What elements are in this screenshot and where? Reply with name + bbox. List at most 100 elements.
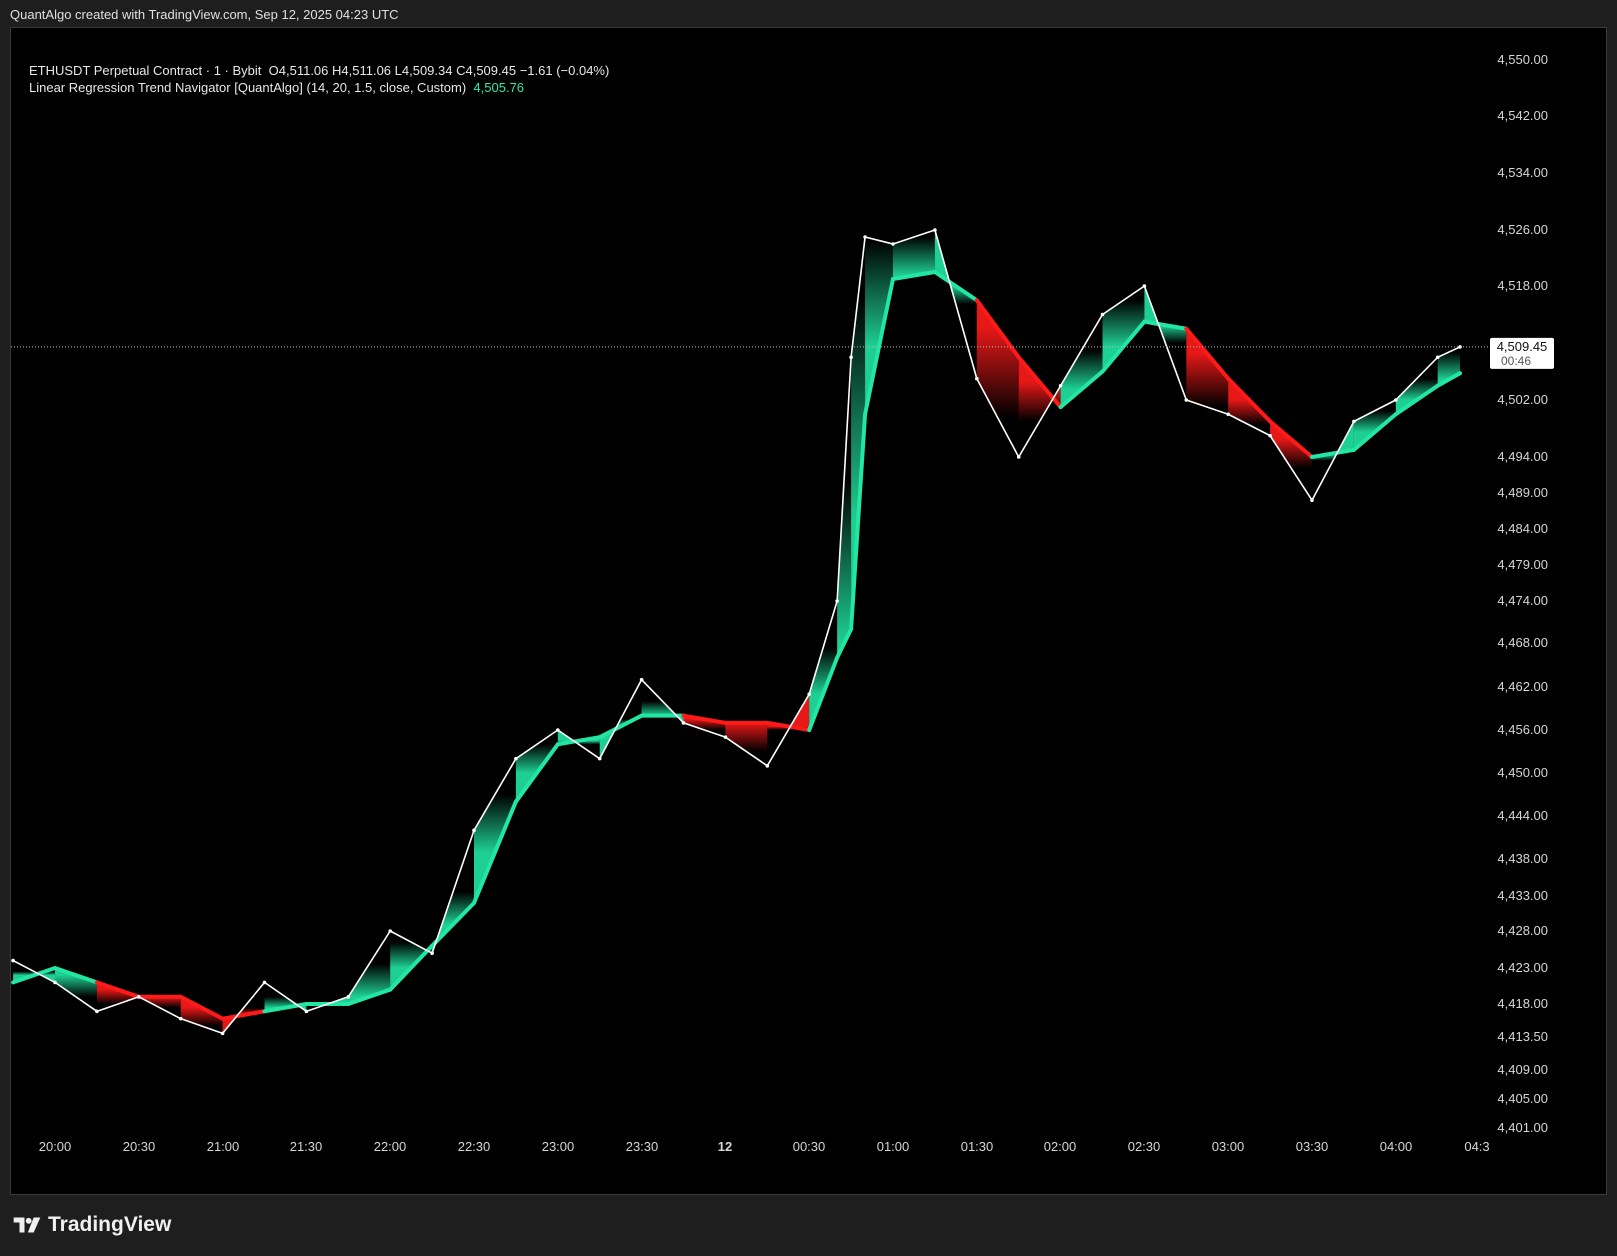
price-tick-label: 4,428.00 [1497, 923, 1548, 938]
symbol-title[interactable]: ETHUSDT Perpetual Contract · 1 · Bybit [29, 63, 261, 78]
price-tag-value: 4,509.45 [1497, 339, 1548, 354]
trend-fill-band [1060, 314, 1103, 408]
price-tick-label: 4,518.00 [1497, 278, 1548, 293]
price-point [178, 1016, 183, 1021]
chart-credit: QuantAlgo created with TradingView.com, … [10, 7, 399, 22]
price-point [807, 692, 811, 696]
price-tick-label: 4,484.00 [1497, 521, 1548, 536]
time-tick-label: 22:30 [458, 1139, 491, 1154]
price-tick-label: 4,413.50 [1497, 1029, 1548, 1044]
trend-fill-band [1018, 357, 1061, 457]
tradingview-logo-icon [13, 1217, 41, 1233]
indicator-value: 4,505.76 [473, 80, 525, 95]
trend-fill-band [474, 758, 516, 903]
symbol-legend[interactable]: ETHUSDT Perpetual Contract · 1 · Bybit O… [29, 63, 609, 78]
time-tick-label: 02:00 [1044, 1139, 1077, 1154]
last-price-tag: 4,509.4500:46 [1490, 337, 1554, 369]
price-point [975, 376, 979, 381]
price-point [849, 355, 853, 360]
price-tick-label: 4,468.00 [1497, 635, 1548, 650]
price-tag-countdown: 00:46 [1501, 354, 1531, 368]
price-tick-label: 4,526.00 [1497, 222, 1548, 237]
price-axis: 4,550.00 4,542.00 4,534.00 4,526.00 4,518.00… [1497, 52, 1548, 1135]
price-point [95, 1009, 99, 1014]
price-point [835, 599, 839, 603]
indicator-title[interactable]: Linear Regression Trend Navigator [Quant… [29, 80, 466, 95]
price-point [1016, 455, 1021, 459]
price-chart[interactable]: 4,550.00 4,542.00 4,534.00 4,526.00 4,518.00… [11, 28, 1606, 1194]
price-tick-label: 4,462.00 [1497, 679, 1548, 694]
price-point [1435, 355, 1440, 360]
time-tick-label: 20:00 [39, 1139, 72, 1154]
time-axis: 20:00 20:30 21:00 21:30 22:00 22:30 23:00 23:30… [39, 1139, 1490, 1154]
price-point [1352, 419, 1356, 424]
price-point [891, 242, 895, 246]
trend-fill-band [1270, 421, 1312, 501]
price-tick-label: 4,489.00 [1497, 485, 1548, 500]
brand-name: TradingView [48, 1213, 172, 1236]
time-tick-label: 00:30 [793, 1139, 826, 1154]
price-point [723, 735, 728, 739]
price-point [262, 980, 267, 985]
price-point [1100, 312, 1105, 317]
trend-fill-band [976, 300, 1019, 457]
price-point [1226, 412, 1230, 417]
time-tick-label: 22:00 [374, 1139, 407, 1154]
price-point [346, 995, 351, 999]
time-tick-label: 04:3 [1464, 1139, 1489, 1154]
price-tick-label: 4,409.00 [1497, 1062, 1548, 1077]
trend-fill-band [96, 982, 139, 1012]
time-tick-label: 21:30 [290, 1139, 323, 1154]
price-point [863, 235, 867, 239]
indicator-legend[interactable]: Linear Regression Trend Navigator [Quant… [29, 80, 524, 95]
price-point [765, 764, 770, 768]
time-tick-label: 23:30 [626, 1139, 659, 1154]
price-tick-label: 4,550.00 [1497, 52, 1548, 67]
time-tick-label: 01:30 [961, 1139, 994, 1154]
time-tick-label: 12 [718, 1139, 732, 1154]
price-point [639, 677, 644, 682]
price-tick-label: 4,450.00 [1497, 765, 1548, 780]
time-tick-label: 01:00 [877, 1139, 910, 1154]
time-tick-label: 21:00 [207, 1139, 240, 1154]
price-point [1310, 498, 1314, 503]
price-tick-label: 4,456.00 [1497, 722, 1548, 737]
price-point [388, 929, 393, 933]
price-point [220, 1031, 225, 1036]
price-point [556, 728, 560, 732]
price-point [11, 958, 15, 963]
price-tick-label: 4,534.00 [1497, 165, 1548, 180]
price-tick-label: 4,474.00 [1497, 593, 1548, 608]
price-tick-label: 4,423.00 [1497, 960, 1548, 975]
price-point [430, 951, 434, 955]
price-point [137, 995, 141, 999]
price-tick-label: 4,479.00 [1497, 557, 1548, 572]
price-point [597, 756, 602, 761]
price-point [304, 1009, 309, 1014]
price-point [1394, 398, 1398, 402]
price-point [1184, 398, 1189, 402]
time-tick-label: 23:00 [542, 1139, 575, 1154]
time-tick-label: 03:30 [1296, 1139, 1329, 1154]
chart-frame[interactable]: 4,550.00 4,542.00 4,534.00 4,526.00 4,518.00… [10, 27, 1607, 1195]
trend-fill-band [725, 722, 768, 766]
price-tick-label: 4,542.00 [1497, 108, 1548, 123]
price-tick-label: 4,418.00 [1497, 996, 1548, 1011]
price-tick-label: 4,494.00 [1497, 449, 1548, 464]
price-point [681, 721, 686, 725]
trend-fill-band [1395, 357, 1438, 415]
price-tick-label: 4,405.00 [1497, 1091, 1548, 1106]
price-tick-label: 4,401.00 [1497, 1120, 1548, 1135]
price-tick-label: 4,444.00 [1497, 808, 1548, 823]
price-point [933, 228, 937, 232]
plot-area [11, 228, 1463, 1036]
price-tick-label: 4,433.00 [1497, 888, 1548, 903]
tradingview-brand[interactable]: TradingView [12, 1213, 171, 1237]
time-tick-label: 02:30 [1128, 1139, 1161, 1154]
price-point [472, 828, 476, 833]
price-point [514, 756, 518, 761]
price-point [53, 980, 57, 985]
ohlc-values: O4,511.06 H4,511.06 L4,509.34 C4,509.45 … [268, 63, 610, 78]
price-point [1142, 284, 1147, 288]
price-point [1058, 383, 1063, 388]
